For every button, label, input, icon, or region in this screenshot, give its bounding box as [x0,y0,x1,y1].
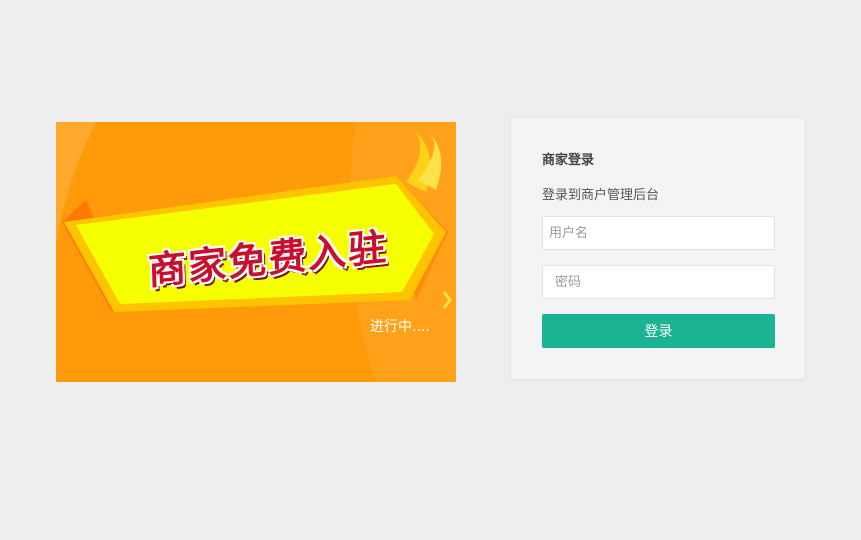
password-input[interactable] [542,265,775,299]
login-button[interactable]: 登录 [542,314,775,348]
login-page: 商家免费入驻 进行中.... 商家登录 登录到商户管理后台 登录 [0,0,861,540]
promo-banner: 商家免费入驻 进行中.... [56,122,456,382]
login-title: 商家登录 [542,153,595,168]
banner-subtitle: 进行中.... [370,319,430,335]
login-card: 商家登录 登录到商户管理后台 登录 [510,117,806,380]
login-subtitle: 登录到商户管理后台 [542,188,660,203]
username-input[interactable] [542,216,775,250]
